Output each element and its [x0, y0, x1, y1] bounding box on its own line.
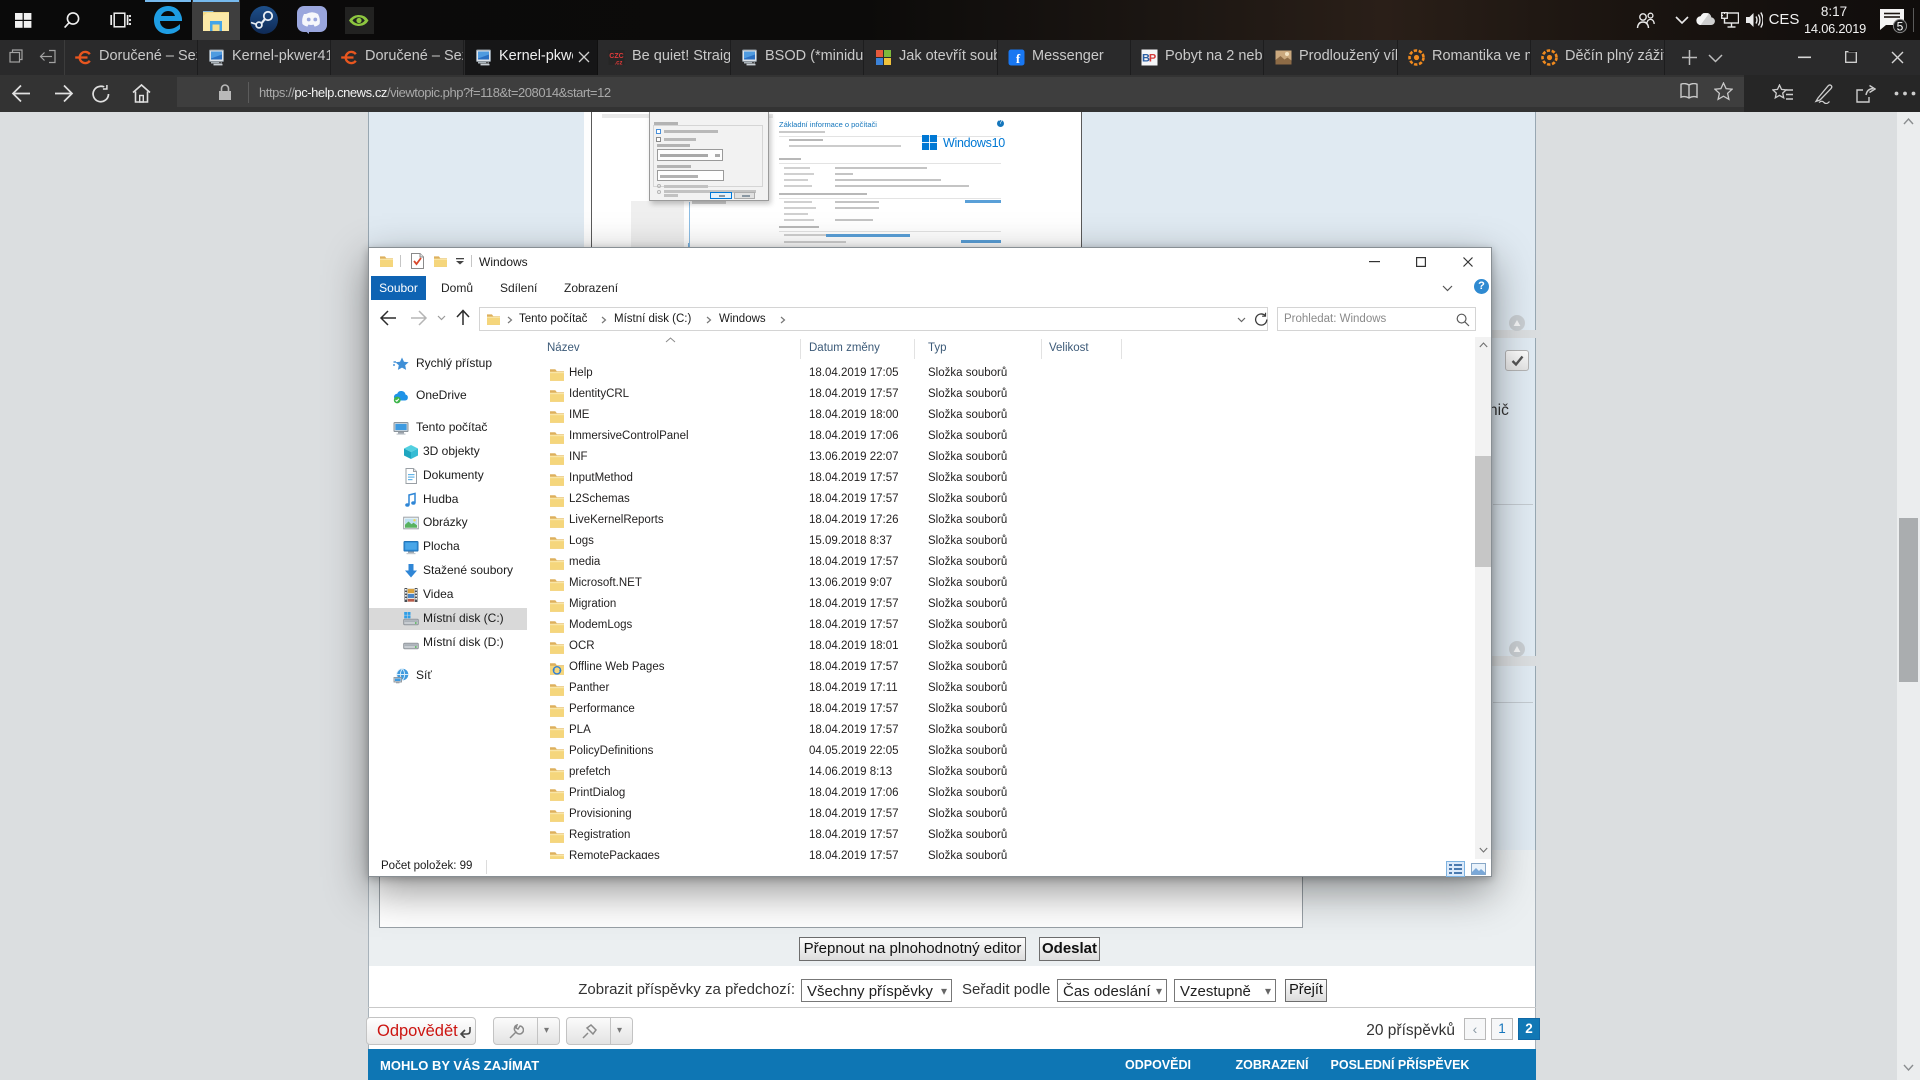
svg-text:CZC: CZC	[609, 53, 623, 60]
svg-text:P: P	[1149, 53, 1156, 65]
svg-text:5: 5	[1897, 20, 1904, 34]
svg-text:f: f	[1016, 51, 1021, 66]
svg-text:.cz: .cz	[614, 61, 622, 67]
